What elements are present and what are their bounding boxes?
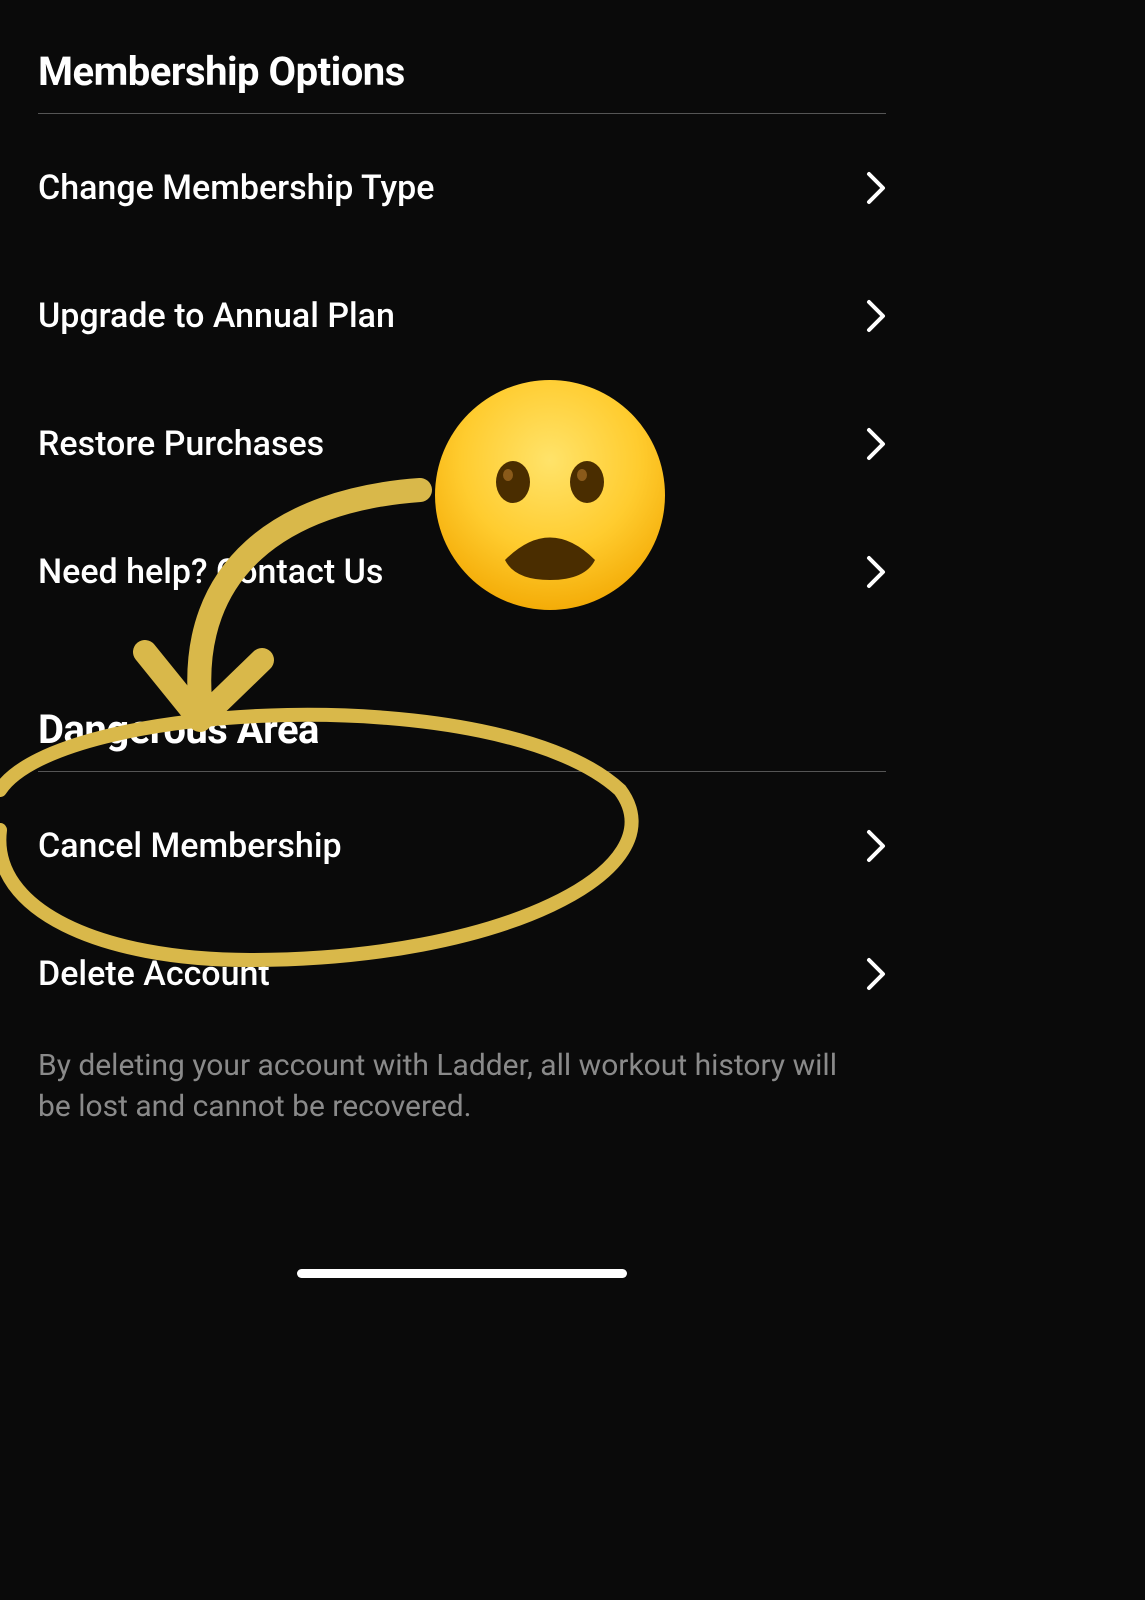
dangerous-area-section: Dangerous Area Cancel Membership Delete … (38, 706, 886, 1127)
row-label: Upgrade to Annual Plan (38, 296, 395, 336)
restore-purchases-row[interactable]: Restore Purchases (38, 380, 886, 508)
section-divider (38, 113, 886, 114)
row-label: Restore Purchases (38, 424, 324, 464)
membership-options-title: Membership Options (38, 48, 886, 95)
chevron-right-icon (866, 427, 886, 461)
chevron-right-icon (866, 957, 886, 991)
chevron-right-icon (866, 555, 886, 589)
membership-section: Membership Options Change Membership Typ… (38, 48, 886, 636)
row-label: Change Membership Type (38, 168, 434, 208)
delete-account-row[interactable]: Delete Account (38, 910, 886, 1038)
delete-account-footnote: By deleting your account with Ladder, al… (38, 1046, 886, 1127)
row-label: Need help? Contact Us (38, 552, 383, 592)
row-label: Cancel Membership (38, 826, 342, 866)
chevron-right-icon (866, 299, 886, 333)
contact-us-row[interactable]: Need help? Contact Us (38, 508, 886, 636)
chevron-right-icon (866, 829, 886, 863)
section-divider (38, 771, 886, 772)
home-indicator[interactable] (297, 1269, 627, 1278)
change-membership-type-row[interactable]: Change Membership Type (38, 124, 886, 252)
chevron-right-icon (866, 171, 886, 205)
dangerous-area-title: Dangerous Area (38, 706, 886, 753)
cancel-membership-row[interactable]: Cancel Membership (38, 782, 886, 910)
upgrade-annual-plan-row[interactable]: Upgrade to Annual Plan (38, 252, 886, 380)
row-label: Delete Account (38, 954, 270, 994)
